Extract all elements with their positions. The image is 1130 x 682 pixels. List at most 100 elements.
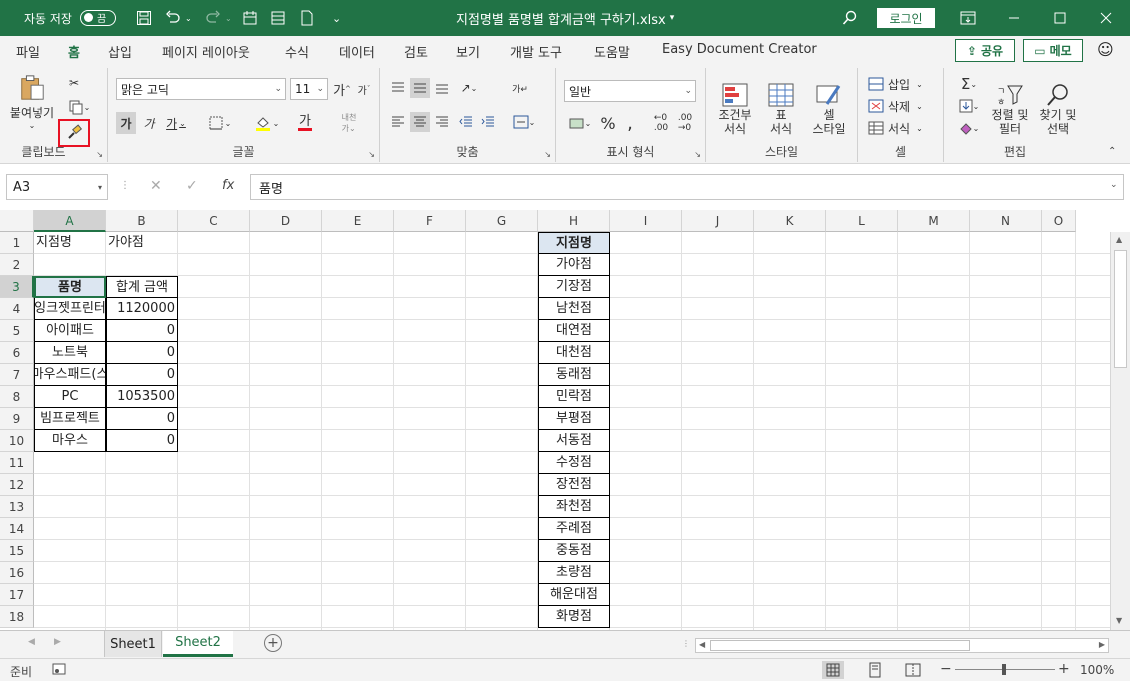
save-icon[interactable] bbox=[136, 0, 152, 36]
row-header-11[interactable]: 11 bbox=[0, 452, 34, 474]
row-header-7[interactable]: 7 bbox=[0, 364, 34, 386]
column-header-J[interactable]: J bbox=[682, 210, 754, 232]
row-header-3[interactable]: 3 bbox=[0, 276, 34, 298]
italic-button[interactable]: 가 bbox=[140, 112, 158, 134]
tab-review[interactable]: 검토 bbox=[404, 42, 428, 61]
tab-view[interactable]: 보기 bbox=[456, 42, 480, 61]
cell-A8[interactable]: PC bbox=[34, 386, 106, 408]
cell-B10[interactable]: 0 bbox=[106, 430, 178, 452]
window-title[interactable]: 지점명별 품명별 합계금액 구하기.xlsx ▾ bbox=[456, 0, 674, 36]
insert-function-icon[interactable]: fx bbox=[222, 178, 234, 193]
dialog-launcher-icon[interactable]: ↘ bbox=[544, 150, 551, 159]
percent-icon[interactable]: % bbox=[598, 112, 618, 134]
tab-home[interactable]: 홈 bbox=[68, 42, 80, 67]
close-icon[interactable] bbox=[1100, 0, 1112, 36]
row-header-16[interactable]: 16 bbox=[0, 562, 34, 584]
dialog-launcher-icon[interactable]: ↘ bbox=[96, 150, 103, 159]
cell-A5[interactable]: 아이패드 bbox=[34, 320, 106, 342]
cell-H13[interactable]: 좌천점 bbox=[538, 496, 610, 518]
cell-A9[interactable]: 빔프로젝트 bbox=[34, 408, 106, 430]
next-sheet-icon[interactable]: ▶ bbox=[54, 637, 61, 647]
number-format-select[interactable]: 일반 ⌄ bbox=[564, 80, 696, 102]
normal-view-icon[interactable] bbox=[822, 661, 844, 679]
zoom-slider-thumb[interactable] bbox=[1002, 664, 1006, 675]
tab-developer[interactable]: 개발 도구 bbox=[510, 42, 562, 61]
form-icon[interactable] bbox=[242, 0, 258, 36]
wrap-text-icon[interactable]: 가↵ bbox=[508, 78, 532, 98]
cell-styles-button[interactable]: 셀 스타일 bbox=[804, 74, 854, 144]
maximize-icon[interactable] bbox=[1054, 0, 1066, 36]
page-layout-view-icon[interactable] bbox=[864, 661, 886, 682]
clear-icon[interactable]: ⌄ bbox=[952, 118, 986, 138]
merge-center-icon[interactable]: ⌄ bbox=[508, 112, 540, 132]
ribbon-display-icon[interactable] bbox=[960, 0, 976, 36]
autosave-toggle[interactable]: 끔 bbox=[79, 10, 116, 26]
cell-H8[interactable]: 민락점 bbox=[538, 386, 610, 408]
cell-A7[interactable]: 마우스패드(스 bbox=[34, 364, 106, 386]
row-header-9[interactable]: 9 bbox=[0, 408, 34, 430]
cell-A3[interactable]: 품명 bbox=[34, 276, 106, 298]
bold-button[interactable]: 가 bbox=[116, 112, 136, 134]
align-bottom-icon[interactable] bbox=[432, 78, 452, 98]
row-header-13[interactable]: 13 bbox=[0, 496, 34, 518]
cell-B7[interactable]: 0 bbox=[106, 364, 178, 386]
align-top-icon[interactable] bbox=[388, 78, 408, 98]
cell-A10[interactable]: 마우스 bbox=[34, 430, 106, 452]
align-left-icon[interactable] bbox=[388, 112, 408, 132]
new-file-icon[interactable] bbox=[300, 0, 314, 36]
autosum-icon[interactable]: Σ ⌄ bbox=[952, 74, 986, 94]
comma-icon[interactable]: , bbox=[620, 112, 640, 134]
tab-help[interactable]: 도움말 bbox=[594, 42, 630, 61]
cancel-icon[interactable]: ✕ bbox=[150, 178, 162, 194]
cell-H5[interactable]: 대연점 bbox=[538, 320, 610, 342]
row-header-10[interactable]: 10 bbox=[0, 430, 34, 452]
cell-H10[interactable]: 서동점 bbox=[538, 430, 610, 452]
scroll-thumb-horizontal[interactable] bbox=[710, 640, 970, 651]
fill-icon[interactable]: ⌄ bbox=[952, 96, 986, 116]
cell-H17[interactable]: 해운대점 bbox=[538, 584, 610, 606]
sheet-tab-sheet2[interactable]: Sheet2 bbox=[163, 631, 233, 657]
cell-B4[interactable]: 1120000 bbox=[106, 298, 178, 320]
column-header-M[interactable]: M bbox=[898, 210, 970, 232]
column-header-L[interactable]: L bbox=[826, 210, 898, 232]
column-header-I[interactable]: I bbox=[610, 210, 682, 232]
cell-B8[interactable]: 1053500 bbox=[106, 386, 178, 408]
conditional-formatting-button[interactable]: 조건부 서식 bbox=[712, 74, 758, 144]
delete-cells-button[interactable]: 삭제 ⌄ bbox=[868, 96, 934, 116]
tab-data[interactable]: 데이터 bbox=[339, 42, 375, 61]
customize-toolbar-icon[interactable]: ⌄ bbox=[332, 0, 341, 36]
underline-button[interactable]: 가 ⌄ bbox=[162, 112, 190, 134]
feedback-smiley-icon[interactable]: ☺ bbox=[1097, 40, 1114, 59]
align-center-icon[interactable] bbox=[410, 112, 430, 132]
cell-B9[interactable]: 0 bbox=[106, 408, 178, 430]
column-header-D[interactable]: D bbox=[250, 210, 322, 232]
fill-color-button[interactable]: ⌄ bbox=[250, 112, 284, 134]
macro-record-icon[interactable] bbox=[52, 662, 66, 679]
cell-H16[interactable]: 초량점 bbox=[538, 562, 610, 584]
cell-A1[interactable]: 지점명 bbox=[34, 232, 106, 254]
decrease-decimal-icon[interactable]: .00 →0 bbox=[674, 112, 696, 134]
decrease-indent-icon[interactable] bbox=[456, 112, 476, 132]
prev-sheet-icon[interactable]: ◀ bbox=[28, 637, 35, 647]
cell-H14[interactable]: 주례점 bbox=[538, 518, 610, 540]
collapse-ribbon-icon[interactable]: ⌃ bbox=[1108, 146, 1116, 157]
zoom-out-icon[interactable]: − bbox=[940, 661, 952, 677]
accounting-format-icon[interactable]: ⌄ bbox=[564, 112, 596, 134]
increase-font-icon[interactable]: 가 ^ bbox=[332, 80, 352, 99]
paste-button[interactable]: 붙여넣기 ⌄ bbox=[8, 74, 56, 130]
font-color-button[interactable]: 가 bbox=[288, 112, 322, 134]
cell-H6[interactable]: 대천점 bbox=[538, 342, 610, 364]
cell-H7[interactable]: 동래점 bbox=[538, 364, 610, 386]
layout-icon[interactable] bbox=[270, 0, 286, 36]
row-header-15[interactable]: 15 bbox=[0, 540, 34, 562]
align-middle-icon[interactable] bbox=[410, 78, 430, 98]
decrease-font-icon[interactable]: 가ˇ bbox=[354, 80, 374, 98]
column-header-G[interactable]: G bbox=[466, 210, 538, 232]
row-header-4[interactable]: 4 bbox=[0, 298, 34, 320]
column-header-A[interactable]: A bbox=[34, 210, 106, 232]
cell-B3[interactable]: 합계 금액 bbox=[106, 276, 178, 298]
redo-icon[interactable]: ⌄ bbox=[204, 0, 232, 36]
font-name-select[interactable]: 맑은 고딕 ⌄ bbox=[116, 78, 286, 100]
cell-H18[interactable]: 화명점 bbox=[538, 606, 610, 628]
tab-insert[interactable]: 삽입 bbox=[108, 42, 132, 61]
